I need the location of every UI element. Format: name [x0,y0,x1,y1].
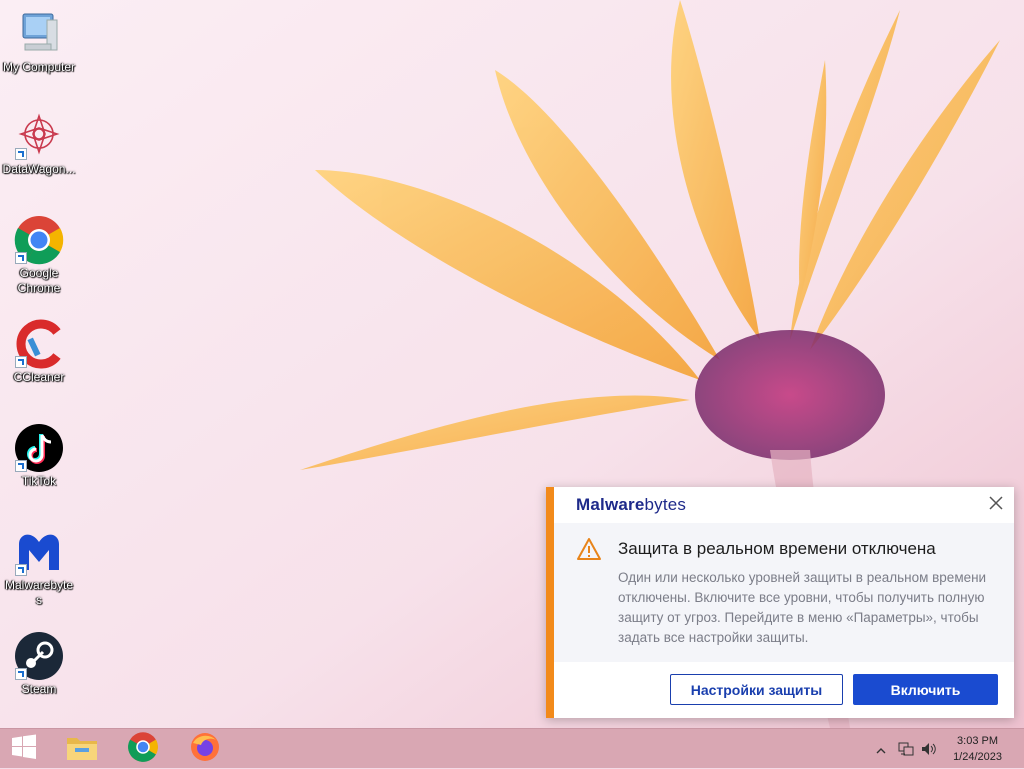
shortcut-arrow-icon [15,668,27,680]
steam-icon [13,630,65,682]
taskbar-firefox[interactable] [177,729,233,769]
taskbar-file-explorer[interactable] [54,729,110,769]
firefox-icon [189,731,221,768]
desktop-icon-google-chrome[interactable]: Google Chrome [0,214,78,296]
network-icon[interactable] [898,741,914,757]
ccleaner-icon [13,318,65,370]
taskbar-chrome[interactable] [115,729,171,769]
notification-message: Один или несколько уровней защиты в реал… [618,570,987,645]
desktop-icon-ccleaner[interactable]: CCleaner [0,318,78,385]
desktop-icon-my-computer[interactable]: My Computer [0,8,78,75]
malwarebytes-notification: Malwarebytes Защита в реальном времени о… [546,487,1014,718]
brand-prefix: Malware [576,495,645,514]
shortcut-arrow-icon [15,356,27,368]
shortcut-arrow-icon [15,148,27,160]
desktop-icon-label: DataWagon... [2,162,76,176]
desktop-icon-datawagon[interactable]: DataWagon... [0,110,78,177]
chrome-icon [127,731,159,768]
volume-icon[interactable] [920,741,938,757]
enable-button[interactable]: Включить [853,674,998,705]
show-hidden-icons-chevron[interactable] [876,743,886,759]
desktop-icon-label: My Computer [2,60,76,74]
system-clock[interactable]: 3:03 PM 1/24/2023 [953,733,1002,765]
start-button[interactable] [0,729,48,769]
shortcut-arrow-icon [15,564,27,576]
desktop-icon-label: Google Chrome [17,266,61,295]
shortcut-arrow-icon [15,460,27,472]
protection-settings-button[interactable]: Настройки защиты [670,674,843,705]
malwarebytes-logo: Malwarebytes [576,495,686,515]
start-icon [11,734,37,765]
desktop-icon-malwarebytes[interactable]: Malwarebytes [0,526,78,608]
chrome-icon [13,214,65,266]
malwarebytes-icon [13,526,65,578]
tiktok-icon [13,422,65,474]
warning-icon [576,537,602,561]
computer-icon [13,8,65,60]
file-explorer-icon [65,732,99,767]
brand-suffix: bytes [644,495,687,514]
clock-date: 1/24/2023 [953,751,1002,763]
desktop-icon-steam[interactable]: Steam [0,630,78,697]
clock-time: 3:03 PM [957,735,999,747]
desktop-icon-label: Malwarebytes [4,578,74,607]
taskbar: 3:03 PM 1/24/2023 [0,728,1024,768]
desktop-icon-label: CCleaner [13,370,65,384]
desktop-icon-label: TikTok [21,474,57,488]
shortcut-arrow-icon [15,252,27,264]
notification-body: Защита в реальном времени отключена Один… [554,523,1014,662]
desktop-icon-label: Steam [21,682,57,696]
close-icon[interactable] [988,495,1004,511]
desktop-icon-tiktok[interactable]: TikTok [0,422,78,489]
notification-title: Защита в реальном времени отключена [618,539,936,558]
datawagon-icon [13,110,65,162]
